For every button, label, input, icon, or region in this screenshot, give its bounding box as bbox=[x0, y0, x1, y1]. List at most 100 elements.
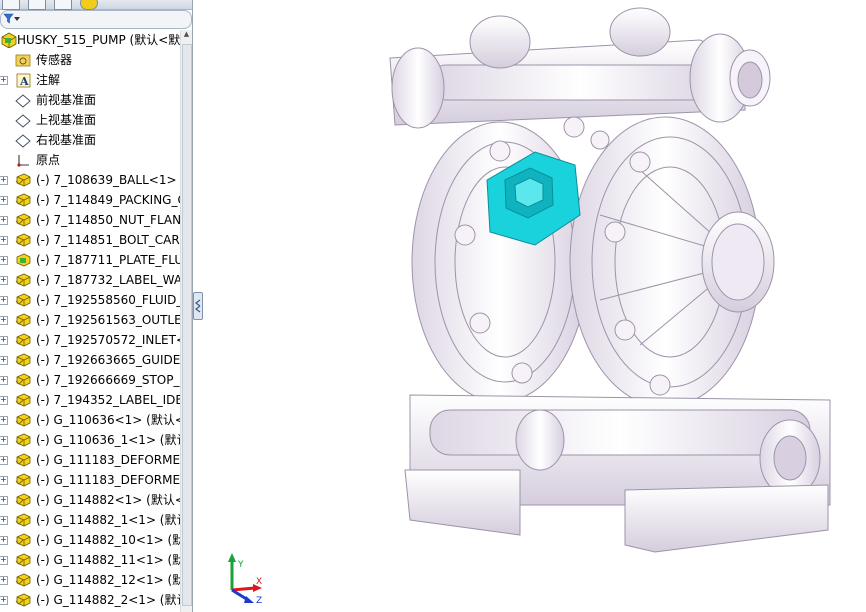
tree-item-label: (-) G_114882_1<1> (默认 bbox=[36, 513, 189, 527]
tree-item-label: (-) G_114882_12<1> (默 bbox=[36, 573, 185, 587]
part-icon bbox=[15, 473, 31, 487]
tree-item[interactable]: + (-) G_114882<1> (默认< bbox=[0, 490, 185, 510]
tree-item-label: (-) 7_192663665_GUIDE_ bbox=[36, 353, 187, 367]
tree-root-assembly[interactable]: HUSKY_515_PUMP (默认<默 bbox=[0, 30, 180, 50]
tree-item[interactable]: + (-) G_110636<1> (默认< bbox=[0, 410, 185, 430]
tree-item[interactable]: + (-) 7_108639_BALL<1> (默 bbox=[0, 170, 192, 190]
tree-item[interactable]: + (-) G_111183_DEFORMED bbox=[0, 450, 189, 470]
expand-toggle-icon[interactable]: + bbox=[0, 276, 8, 285]
expand-toggle-icon[interactable]: + bbox=[0, 416, 8, 425]
tree-item[interactable]: 原点 bbox=[0, 150, 180, 170]
tree-item[interactable]: + (-) G_114882_2<1> (默认 bbox=[0, 590, 189, 610]
part-icon bbox=[15, 393, 31, 407]
part-icon bbox=[15, 593, 31, 607]
expand-toggle-icon[interactable]: + bbox=[0, 556, 8, 565]
chevron-down-icon[interactable] bbox=[14, 17, 20, 21]
expand-toggle-icon[interactable]: + bbox=[0, 196, 8, 205]
expand-toggle-icon[interactable]: + bbox=[0, 316, 8, 325]
part-icon bbox=[15, 173, 31, 187]
inlet-manifold bbox=[404, 394, 831, 553]
tree-item[interactable]: + (-) G_114882_10<1> (默认 bbox=[0, 530, 192, 550]
part-icon bbox=[15, 513, 31, 527]
tree-item-label: (-) G_110636_1<1> (默认 bbox=[36, 433, 189, 447]
property-manager-tab-icon[interactable] bbox=[28, 0, 46, 10]
tree-item-label: (-) 7_192570572_INLET< bbox=[36, 333, 187, 347]
tree-item[interactable]: + (-) G_114882_1<1> (默认 bbox=[0, 510, 189, 530]
tree-item[interactable]: + (-) 7_187732_LABEL_WAR bbox=[0, 270, 190, 290]
expand-toggle-icon[interactable]: + bbox=[0, 376, 8, 385]
tree-item[interactable]: + A 注解 bbox=[0, 70, 180, 90]
part-icon bbox=[15, 313, 31, 327]
expand-toggle-icon[interactable]: + bbox=[0, 496, 8, 505]
expand-toggle-icon[interactable]: + bbox=[0, 216, 8, 225]
tree-scrollbar[interactable]: ▲ bbox=[180, 30, 192, 612]
tree-item[interactable]: 前视基准面 bbox=[0, 90, 180, 110]
expand-toggle-icon[interactable]: + bbox=[0, 396, 8, 405]
part-icon bbox=[15, 533, 31, 547]
scrollbar-thumb[interactable] bbox=[182, 44, 192, 606]
tree-item[interactable]: + (-) 7_114851_BOLT_CARR bbox=[0, 230, 188, 250]
tree-item-label: (-) G_110636<1> (默认< bbox=[36, 413, 185, 427]
expand-toggle-icon[interactable]: + bbox=[0, 236, 8, 245]
part-icon bbox=[15, 453, 31, 467]
expand-toggle-icon[interactable]: + bbox=[0, 176, 8, 185]
tree-item[interactable]: + (-) 7_192561563_OUTLET bbox=[0, 310, 189, 330]
expand-toggle-icon[interactable]: + bbox=[0, 516, 8, 525]
expand-toggle-icon[interactable]: + bbox=[0, 596, 8, 605]
tree-item[interactable]: + (-) 7_192558560_FLUID_C bbox=[0, 290, 191, 310]
part-icon bbox=[15, 233, 31, 247]
part-icon bbox=[15, 553, 31, 567]
part-icon bbox=[15, 213, 31, 227]
tree-item-label: (-) G_111183_DEFORMED bbox=[36, 473, 190, 487]
tree-item[interactable]: + (-) 7_192666669_STOP_B bbox=[0, 370, 188, 390]
tree-item[interactable]: + (-) G_114882_11<1> (默 bbox=[0, 550, 184, 570]
tree-item[interactable]: + (-) 7_114849_PACKING_C bbox=[0, 190, 186, 210]
tree-item[interactable]: + (-) 7_114850_NUT_FLANG bbox=[0, 210, 190, 230]
expand-toggle-icon[interactable]: + bbox=[0, 476, 8, 485]
tree-item[interactable]: + (-) G_114882_12<1> (默 bbox=[0, 570, 184, 590]
tree-item[interactable]: + (-) 7_192663665_GUIDE_ bbox=[0, 350, 186, 370]
appearance-tab-icon[interactable] bbox=[80, 0, 98, 10]
part-icon bbox=[15, 193, 31, 207]
tree-item-label: 注解 bbox=[36, 73, 61, 87]
tree-item[interactable]: + (-) G_110636_1<1> (默认 bbox=[0, 430, 189, 450]
tree-item-label: 原点 bbox=[36, 153, 61, 167]
scroll-up-arrow-icon[interactable]: ▲ bbox=[182, 30, 191, 40]
triad-y-label: Y bbox=[237, 560, 244, 570]
expand-toggle-icon[interactable]: + bbox=[0, 456, 8, 465]
part-icon bbox=[15, 293, 31, 307]
part-icon bbox=[15, 273, 31, 287]
tree-item-label: (-) 7_187711_PLATE_FLUI bbox=[36, 253, 187, 267]
tree-item[interactable]: 上视基准面 bbox=[0, 110, 180, 130]
graphics-viewport[interactable]: Y X Z bbox=[201, 0, 866, 612]
tree-item-label: (-) 7_187732_LABEL_WAR bbox=[36, 273, 191, 287]
expand-toggle-icon[interactable]: + bbox=[0, 296, 8, 305]
tree-item-label: (-) 7_192558560_FLUID_C bbox=[36, 293, 191, 307]
tree-item[interactable]: + (-) 7_194352_LABEL_IDEN bbox=[0, 390, 192, 410]
expand-toggle-icon[interactable]: + bbox=[0, 76, 8, 85]
expand-toggle-icon[interactable]: + bbox=[0, 256, 8, 265]
expand-toggle-icon[interactable]: + bbox=[0, 356, 8, 365]
tree-item-label: (-) 7_114851_BOLT_CARR bbox=[36, 233, 189, 247]
tree-item-label: (-) 7_114849_PACKING_C bbox=[36, 193, 186, 207]
tree-item-label: (-) 7_114850_NUT_FLANG bbox=[36, 213, 191, 227]
origin-icon bbox=[17, 155, 29, 167]
tree-filter-bar[interactable] bbox=[0, 10, 192, 29]
feature-tree-tab-icon[interactable] bbox=[2, 0, 20, 10]
tree-item[interactable]: 右视基准面 bbox=[0, 130, 180, 150]
pump-model[interactable] bbox=[389, 7, 831, 553]
tree-root-label: HUSKY_515_PUMP (默认<默 bbox=[17, 33, 181, 47]
assembly-icon bbox=[16, 253, 31, 267]
tree-item-label: (-) G_114882_11<1> (默 bbox=[36, 553, 185, 567]
tree-item-label: 上视基准面 bbox=[36, 113, 97, 127]
expand-toggle-icon[interactable]: + bbox=[0, 536, 8, 545]
configuration-tab-icon[interactable] bbox=[54, 0, 72, 10]
coordinate-triad: Y X Z bbox=[228, 553, 262, 606]
expand-toggle-icon[interactable]: + bbox=[0, 576, 8, 585]
tree-item[interactable]: + (-) 7_192570572_INLET< bbox=[0, 330, 186, 350]
tree-item[interactable]: + (-) 7_187711_PLATE_FLUI bbox=[0, 250, 187, 270]
expand-toggle-icon[interactable]: + bbox=[0, 336, 8, 345]
expand-toggle-icon[interactable]: + bbox=[0, 436, 8, 445]
tree-item[interactable]: 传感器 bbox=[0, 50, 180, 70]
tree-item[interactable]: + (-) G_111183_DEFORMED bbox=[0, 470, 189, 490]
